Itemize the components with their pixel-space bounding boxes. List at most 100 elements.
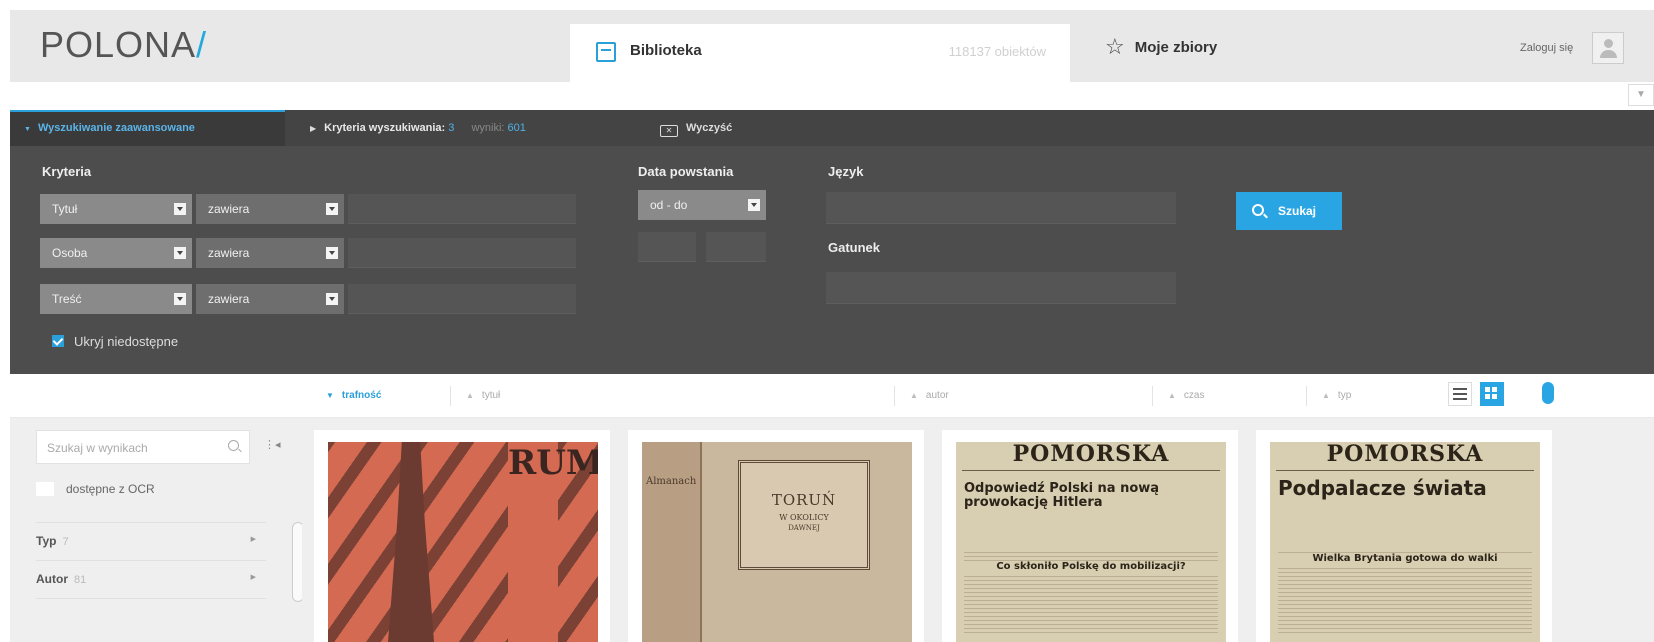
newspaper-headline: Odpowiedź Polski na nową prowokację Hitl…	[964, 481, 1160, 510]
language-input[interactable]	[826, 192, 1176, 224]
sort-desc-icon: ▼	[326, 391, 334, 400]
criteria-field-select-1[interactable]: Tytuł	[40, 194, 192, 224]
date-heading: Data powstania	[638, 164, 734, 179]
hide-unavailable-label: Ukryj niedostępne	[74, 334, 179, 349]
mouse-icon[interactable]	[1542, 382, 1554, 404]
facet-author[interactable]: Autor 81 ▶	[36, 560, 266, 594]
user-icon[interactable]	[1592, 32, 1624, 64]
sort-type-label: typ	[1337, 390, 1352, 401]
checkbox-checked-icon	[52, 335, 64, 347]
sort-bar: ▼ trafność ▲ tytuł ▲ autor ▲ czas ▲ typ	[10, 374, 1654, 418]
divider	[962, 470, 1220, 471]
sort-asc-icon: ▲	[1168, 391, 1176, 400]
date-mode-select[interactable]: od - do	[638, 190, 766, 220]
divider	[1276, 470, 1534, 471]
sort-relevance[interactable]: ▼ trafność	[326, 390, 381, 401]
results-count: 601	[507, 122, 526, 134]
results-label: wyniki:	[471, 122, 505, 134]
book-title-frame: TORUŃ W OKOLICY DAWNEJ	[738, 460, 870, 570]
result-thumbnail[interactable]: RUM	[328, 442, 598, 642]
result-thumbnail[interactable]: POMORSKA Odpowiedź Polski na nową prowok…	[956, 442, 1226, 642]
criteria-field-value: Treść	[52, 292, 82, 306]
facet-label: Autor	[36, 572, 68, 586]
divider	[894, 386, 895, 406]
criteria-operator-select-3[interactable]: zawiera	[196, 284, 344, 314]
collapse-sidebar-icon[interactable]: ⋮◂	[264, 438, 281, 451]
criteria-label: Kryteria wyszukiwania:	[324, 122, 446, 134]
chevron-down-icon	[174, 247, 186, 259]
result-thumbnail[interactable]: POMORSKA Podpalacze świata Wielka Brytan…	[1270, 442, 1540, 642]
results-grid: RUM Almanach TORUŃ W OKOLICY DAWNEJ POMO…	[302, 418, 1654, 642]
result-card[interactable]: RUM	[314, 430, 610, 642]
date-from-input[interactable]	[638, 232, 696, 262]
search-icon	[1252, 204, 1264, 216]
tab-search-criteria[interactable]: ▶ Kryteria wyszukiwania: 3 wyniki: 601	[310, 122, 526, 134]
criteria-value-input-3[interactable]	[348, 284, 576, 314]
backspace-icon: ✕	[660, 125, 678, 137]
criteria-operator-select-1[interactable]: zawiera	[196, 194, 344, 224]
language-heading: Język	[828, 164, 864, 179]
clear-button[interactable]: ✕ Wyczyść	[660, 122, 732, 137]
newspaper-masthead: POMORSKA	[1326, 442, 1484, 467]
search-in-results-input[interactable]: Szukaj w wynikach	[36, 430, 250, 464]
logo-slash: /	[196, 24, 208, 65]
criteria-value-input-2[interactable]	[348, 238, 576, 268]
book-title: TORUŃ	[771, 491, 837, 509]
sort-author[interactable]: ▲ autor	[910, 390, 949, 401]
criteria-field-value: Osoba	[52, 246, 88, 260]
hide-unavailable-checkbox[interactable]: Ukryj niedostępne	[52, 334, 178, 349]
criteria-value-input-1[interactable]	[348, 194, 576, 224]
chevron-down-icon[interactable]: ▼	[1628, 84, 1654, 106]
divider	[1152, 386, 1153, 406]
sort-date[interactable]: ▲ czas	[1168, 390, 1204, 401]
newspaper-subhead: Co skłoniło Polskę do mobilizacji?	[964, 561, 1218, 573]
search-button-label: Szukaj	[1278, 204, 1317, 218]
poster-text: RUM	[508, 442, 598, 642]
sort-author-label: autor	[925, 390, 949, 401]
newspaper-subhead: Wielka Brytania gotowa do walki	[1278, 553, 1532, 565]
star-icon: ☆	[1105, 34, 1125, 59]
date-mode-value: od - do	[650, 198, 688, 212]
genre-input[interactable]	[826, 272, 1176, 304]
criteria-operator-value: zawiera	[208, 292, 250, 306]
book-subtitle: W OKOLICY	[779, 513, 829, 522]
grid-view-icon[interactable]	[1480, 382, 1504, 406]
facet-count: 81	[74, 574, 87, 586]
list-view-icon[interactable]	[1448, 382, 1472, 406]
criteria-operator-select-2[interactable]: zawiera	[196, 238, 344, 268]
search-button[interactable]: Szukaj	[1236, 192, 1342, 230]
login-link[interactable]: Zaloguj się	[1520, 42, 1573, 54]
sort-date-label: czas	[1183, 390, 1205, 401]
criteria-operator-value: zawiera	[208, 246, 250, 260]
criteria-field-select-2[interactable]: Osoba	[40, 238, 192, 268]
advanced-search-panel: Kryteria Tytuł zawiera Osoba zawiera Tre…	[10, 146, 1654, 374]
divider	[450, 386, 451, 406]
tab-my-collections-label: Moje zbiory	[1134, 39, 1218, 56]
ocr-filter-checkbox[interactable]: dostępne z OCR	[36, 482, 155, 496]
sort-title[interactable]: ▲ tytuł	[466, 390, 500, 401]
result-card[interactable]: POMORSKA Odpowiedź Polski na nową prowok…	[942, 430, 1238, 642]
facet-divider	[36, 598, 266, 632]
divider	[1306, 386, 1307, 406]
chevron-right-icon: ▶	[250, 536, 256, 543]
facet-type[interactable]: Typ 7 ▶	[36, 522, 266, 556]
criteria-field-select-3[interactable]: Treść	[40, 284, 192, 314]
sort-asc-icon: ▲	[466, 391, 474, 400]
date-to-input[interactable]	[706, 232, 766, 262]
sort-type[interactable]: ▲ typ	[1322, 390, 1351, 401]
sort-relevance-label: trafność	[341, 390, 382, 401]
result-thumbnail[interactable]: Almanach TORUŃ W OKOLICY DAWNEJ	[642, 442, 912, 642]
result-card[interactable]: POMORSKA Podpalacze świata Wielka Brytan…	[1256, 430, 1552, 642]
result-card[interactable]: Almanach TORUŃ W OKOLICY DAWNEJ	[628, 430, 924, 642]
tab-my-collections[interactable]: ☆ Moje zbiory	[1105, 34, 1217, 60]
tab-advanced-search[interactable]: Wyszukiwanie zaawansowane	[10, 110, 285, 146]
chevron-down-icon	[174, 293, 186, 305]
criteria-count: 3	[448, 122, 455, 134]
top-header: POLONA/ Biblioteka 118137 obiektów ☆ Moje…	[10, 10, 1654, 86]
polona-logo[interactable]: POLONA/	[40, 24, 207, 66]
chevron-down-icon	[326, 247, 338, 259]
object-count: 118137 obiektów	[948, 44, 1046, 59]
facet-label: Typ	[36, 534, 57, 548]
tab-library[interactable]: Biblioteka 118137 obiektów	[570, 24, 1070, 86]
chevron-right-icon: ▶	[310, 124, 317, 133]
